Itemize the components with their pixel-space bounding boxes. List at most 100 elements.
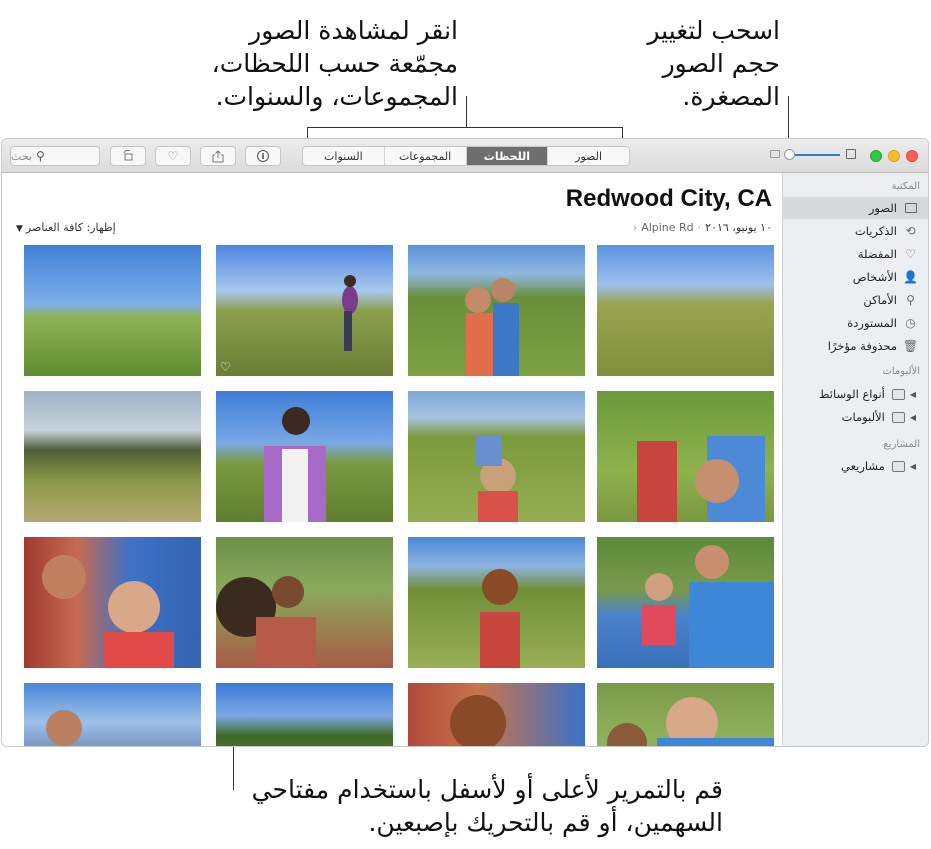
chevron-down-icon: ▼ — [16, 224, 23, 234]
photo-thumbnail[interactable] — [408, 683, 585, 746]
disclosure-triangle-icon[interactable]: ◀ — [910, 390, 916, 399]
hiker-figure — [342, 275, 358, 351]
photo-thumbnail[interactable] — [408, 537, 585, 668]
photo-thumbnail[interactable]: ♡ — [216, 245, 393, 376]
tab-photos[interactable]: الصور — [547, 147, 629, 165]
share-button[interactable] — [200, 146, 236, 166]
moments-view[interactable]: Redwood City, CA ١٠ يونيو، ٢٠١٦· Alpine R… — [2, 173, 784, 746]
rotate-icon — [123, 150, 133, 161]
folder-icon — [891, 387, 906, 402]
photo-thumbnail[interactable] — [24, 245, 201, 376]
photo-thumbnail[interactable] — [408, 245, 585, 376]
moment-subtitle: ١٠ يونيو، ٢٠١٦· Alpine Rd ‹ — [629, 221, 772, 234]
photo-thumbnail[interactable] — [24, 537, 201, 668]
sidebar-item-memories[interactable]: ⟲ الذكريات — [782, 220, 928, 242]
sidebar-item-my-projects[interactable]: ◀ مشاريعي — [782, 455, 928, 477]
photo-thumbnail[interactable] — [216, 683, 393, 746]
projects-header: المشاريع — [883, 439, 920, 450]
kids-figure — [637, 436, 765, 522]
sidebar-item-photos[interactable]: الصور — [782, 197, 928, 219]
large-thumbnail-icon — [846, 149, 856, 159]
tab-collections[interactable]: المجموعات — [383, 147, 466, 165]
close-button[interactable] — [906, 150, 918, 162]
rotate-button[interactable] — [110, 146, 146, 166]
callout-line: المجموعات، والسنوات. — [215, 82, 458, 111]
callout-line: السهمين، أو قم بالتحريك بإصبعين. — [368, 808, 723, 837]
small-thumbnail-icon — [770, 150, 780, 158]
clock-icon: ◷ — [905, 316, 916, 330]
slider-track — [788, 154, 840, 156]
page-title: Redwood City, CA — [565, 185, 772, 212]
person-icon: 👤 — [903, 270, 918, 284]
slider-knob[interactable] — [784, 149, 795, 160]
callout-line: انقر لمشاهدة الصور — [249, 16, 458, 45]
sidebar: المكتبة الصور ⟲ الذكريات ♡ المفضلة 👤 الأ… — [782, 173, 928, 746]
sidebar-item-label: أنواع الوسائط — [818, 387, 885, 401]
sidebar-item-label: محذوفة مؤخرًا — [827, 339, 897, 353]
photos-icon — [903, 201, 918, 216]
callout-line: مجمّعة حسب اللحظات، — [211, 49, 458, 78]
disclosure-triangle-icon[interactable]: ◀ — [910, 462, 916, 471]
sidebar-item-label: الأشخاص — [852, 270, 897, 284]
sidebar-item-favorites[interactable]: ♡ المفضلة — [782, 243, 928, 265]
sidebar-item-label: المستوردة — [847, 316, 897, 330]
callout-thumbnail-size: اسحب لتغيير حجم الصور المصغرة. — [630, 14, 780, 113]
sidebar-item-label: مشاريعي — [841, 459, 885, 473]
man-closeup — [607, 697, 774, 746]
sidebar-item-places[interactable]: ⚲ الأماكن — [782, 289, 928, 311]
favorite-button[interactable]: ♡ — [155, 146, 191, 166]
man-figure — [46, 710, 82, 746]
photo-thumbnail[interactable] — [216, 391, 393, 522]
tab-moments[interactable]: اللحظات — [465, 147, 548, 165]
magnifier-icon: ⚲ — [35, 149, 45, 163]
sidebar-item-imports[interactable]: ◷ المستوردة — [782, 312, 928, 334]
sidebar-item-albums[interactable]: ◀ الألبومات — [782, 406, 928, 428]
photo-thumbnail[interactable] — [597, 683, 774, 746]
search-placeholder: بحث — [11, 149, 32, 163]
zoom-button[interactable] — [870, 150, 882, 162]
photo-thumbnail[interactable] — [597, 391, 774, 522]
photo-thumbnail[interactable] — [597, 537, 774, 668]
folder-icon — [891, 459, 906, 474]
leader-line — [307, 127, 623, 128]
sidebar-item-label: الذكريات — [854, 224, 897, 238]
sidebar-item-people[interactable]: 👤 الأشخاص — [782, 266, 928, 288]
kids-figure — [476, 436, 518, 522]
sidebar-item-label: المفضلة — [857, 247, 897, 261]
share-icon — [212, 149, 224, 162]
disclosure-triangle-icon[interactable]: ◀ — [910, 413, 916, 422]
moment-location-link[interactable]: Alpine Rd — [641, 221, 693, 234]
girl-figure — [264, 407, 326, 522]
boy-closeup — [450, 695, 506, 746]
sidebar-item-label: الألبومات — [841, 410, 885, 424]
show-filter-label: إظهار: كافة العناصر — [25, 221, 116, 234]
callout-line: قم بالتمرير لأعلى أو لأسفل باستخدام مفتا… — [251, 775, 723, 804]
chevron-left-icon[interactable]: ‹ — [633, 221, 637, 234]
folder-icon — [891, 410, 906, 425]
albums-header: الألبومات — [882, 366, 920, 377]
family-figure — [642, 545, 774, 668]
show-filter-menu[interactable]: إظهار: كافة العناصر▼ — [16, 221, 116, 234]
tab-years[interactable]: السنوات — [303, 147, 384, 165]
sidebar-item-media-types[interactable]: ◀ أنواع الوسائط — [782, 383, 928, 405]
search-field[interactable]: ⚲ بحث — [10, 146, 100, 166]
minimize-button[interactable] — [888, 150, 900, 162]
info-button[interactable]: i — [245, 146, 281, 166]
photo-thumbnail[interactable] — [597, 245, 774, 376]
photo-thumbnail[interactable] — [24, 683, 201, 746]
photo-thumbnail[interactable] — [24, 391, 201, 522]
thumbnail-size-slider[interactable] — [770, 149, 856, 163]
kids-back — [216, 576, 316, 668]
photo-thumbnail[interactable] — [408, 391, 585, 522]
callout-line: اسحب لتغيير — [647, 16, 780, 45]
info-icon: i — [257, 150, 269, 162]
callout-scroll: قم بالتمرير لأعلى أو لأسفل باستخدام مفتا… — [200, 773, 723, 839]
boy-figure — [480, 569, 520, 668]
sidebar-item-recently-deleted[interactable]: 🗑 محذوفة مؤخرًا — [782, 335, 928, 357]
memories-icon: ⟲ — [905, 224, 916, 238]
heart-icon: ♡ — [167, 149, 179, 163]
leader-line — [466, 96, 467, 128]
sidebar-item-label: الأماكن — [863, 293, 897, 307]
photo-thumbnail[interactable] — [216, 537, 393, 668]
heart-icon: ♡ — [905, 247, 916, 261]
